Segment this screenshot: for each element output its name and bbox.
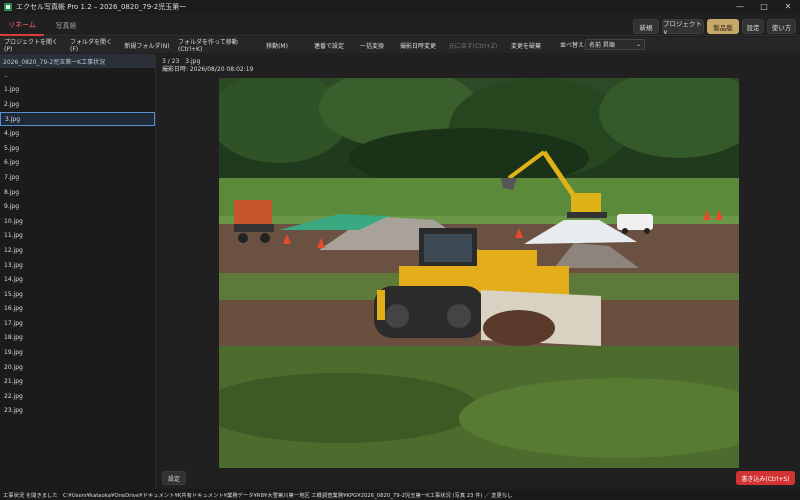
open-folder-button[interactable]: フォルダを開く(F) [70,39,116,53]
minimize-icon[interactable]: — [728,0,752,14]
file-list-item[interactable]: 22.jpg [0,389,155,404]
file-list-item[interactable]: 1.jpg [0,83,155,98]
current-folder[interactable]: 2026_0820_79-2児玉第一K工事状況 [0,54,155,68]
move-button[interactable]: 移動(M) [262,39,292,51]
file-list-item[interactable]: 13.jpg [0,258,155,273]
file-list-item[interactable]: 18.jpg [0,331,155,346]
window-controls: — □ ✕ [728,0,800,14]
file-list-item[interactable]: 6.jpg [0,156,155,171]
chevron-down-icon: ⌄ [635,41,641,48]
project-button[interactable]: プロジェクト∨ [662,19,704,36]
file-list-item[interactable]: 10.jpg [0,214,155,229]
file-list-item[interactable]: 2.jpg [0,97,155,112]
file-list-item[interactable]: 4.jpg [0,126,155,141]
sort-label: 並べ替え: [560,42,587,49]
file-list-item[interactable]: 7.jpg [0,170,155,185]
file-list-item[interactable]: 23.jpg [0,404,155,419]
file-list-item[interactable]: 21.jpg [0,374,155,389]
open-project-button[interactable]: プロジェクトを開く(P) [4,39,66,53]
file-list-item[interactable]: 5.jpg [0,141,155,156]
app-icon [4,3,12,11]
new-folder-button[interactable]: 新規フォルダ(N) [124,39,170,51]
batch-convert-button[interactable]: 一括変換 [357,39,387,51]
new-button[interactable]: 新規 [633,19,659,34]
photo-info: 3 / 23 3.jpg 撮影日時: 2026/08/20 08:02:19 [162,58,253,74]
file-list-item[interactable]: .. [0,68,155,83]
file-sidebar: 2026_0820_79-2児玉第一K工事状況 .. 1.jpg 2.jpg 3.jp… [0,54,156,489]
write-button[interactable]: 書き込み(Ctrl+S) [736,471,795,485]
howto-button[interactable]: 使い方 [767,19,796,34]
title-bar: エクセル写真帳 Pro 1.2 – 2026_0820_79-2児玉第一 — □… [0,0,800,14]
file-list-item[interactable]: 11.jpg [0,229,155,244]
close-icon[interactable]: ✕ [776,0,800,14]
construction-photo [219,78,739,468]
file-list-item[interactable]: 20.jpg [0,360,155,375]
top-bar: リネーム 写真帳 新規 プロジェクト∨ 製品版 設定 使い方 [0,14,800,36]
batch-settings-button[interactable]: 連番で設定 [310,39,348,51]
photo-date: 撮影日時: 2026/08/20 08:02:19 [162,66,254,73]
tab-photobook[interactable]: 写真帳 [44,16,88,36]
sort-select[interactable]: 名前 昇順 ⌄ [585,39,645,50]
photo-index: 3 / 23 3.jpg [162,58,201,65]
file-list-item[interactable]: 15.jpg [0,287,155,302]
product-button[interactable]: 製品版 [707,19,739,34]
file-list-item[interactable]: 17.jpg [0,316,155,331]
file-list-item[interactable]: 14.jpg [0,272,155,287]
viewer-settings-button[interactable]: 設定 [162,471,186,485]
status-bar: 工事状況 を開きました C:¥Users¥kataoka¥OneDrive¥ドキ… [0,489,800,500]
tab-rename[interactable]: リネーム [0,16,44,36]
file-list-item[interactable]: 16.jpg [0,302,155,317]
discard-changes-button[interactable]: 変更を破棄 [507,39,545,51]
file-list-item[interactable]: 3.jpg [0,111,155,127]
undo-button[interactable]: 元に戻す(Ctrl+Z) [448,39,498,51]
photo-preview [219,78,739,468]
file-list-item[interactable]: 9.jpg [0,199,155,214]
file-list-item[interactable]: 12.jpg [0,243,155,258]
file-list-item[interactable]: 8.jpg [0,185,155,200]
toolbar: プロジェクトを開く(P) フォルダを開く(F) 新規フォルダ(N) フォルダを作… [0,37,800,53]
move-to-new-folder-button[interactable]: フォルダを作って移動(Ctrl+K) [178,39,256,53]
photo-viewer: 3 / 23 3.jpg 撮影日時: 2026/08/20 08:02:19 設… [158,54,800,489]
maximize-icon[interactable]: □ [752,0,776,14]
sort-value: 名前 昇順 [589,42,615,49]
settings-button[interactable]: 設定 [742,19,764,34]
change-date-button[interactable]: 撮影日時変更 [396,39,440,51]
file-list: .. 1.jpg 2.jpg 3.jpg 4.jpg 5.jpg 6.jpg 7.jpg 8.j… [0,68,155,418]
window-title: エクセル写真帳 Pro 1.2 – 2026_0820_79-2児玉第一 [16,3,187,11]
file-list-item[interactable]: 19.jpg [0,345,155,360]
